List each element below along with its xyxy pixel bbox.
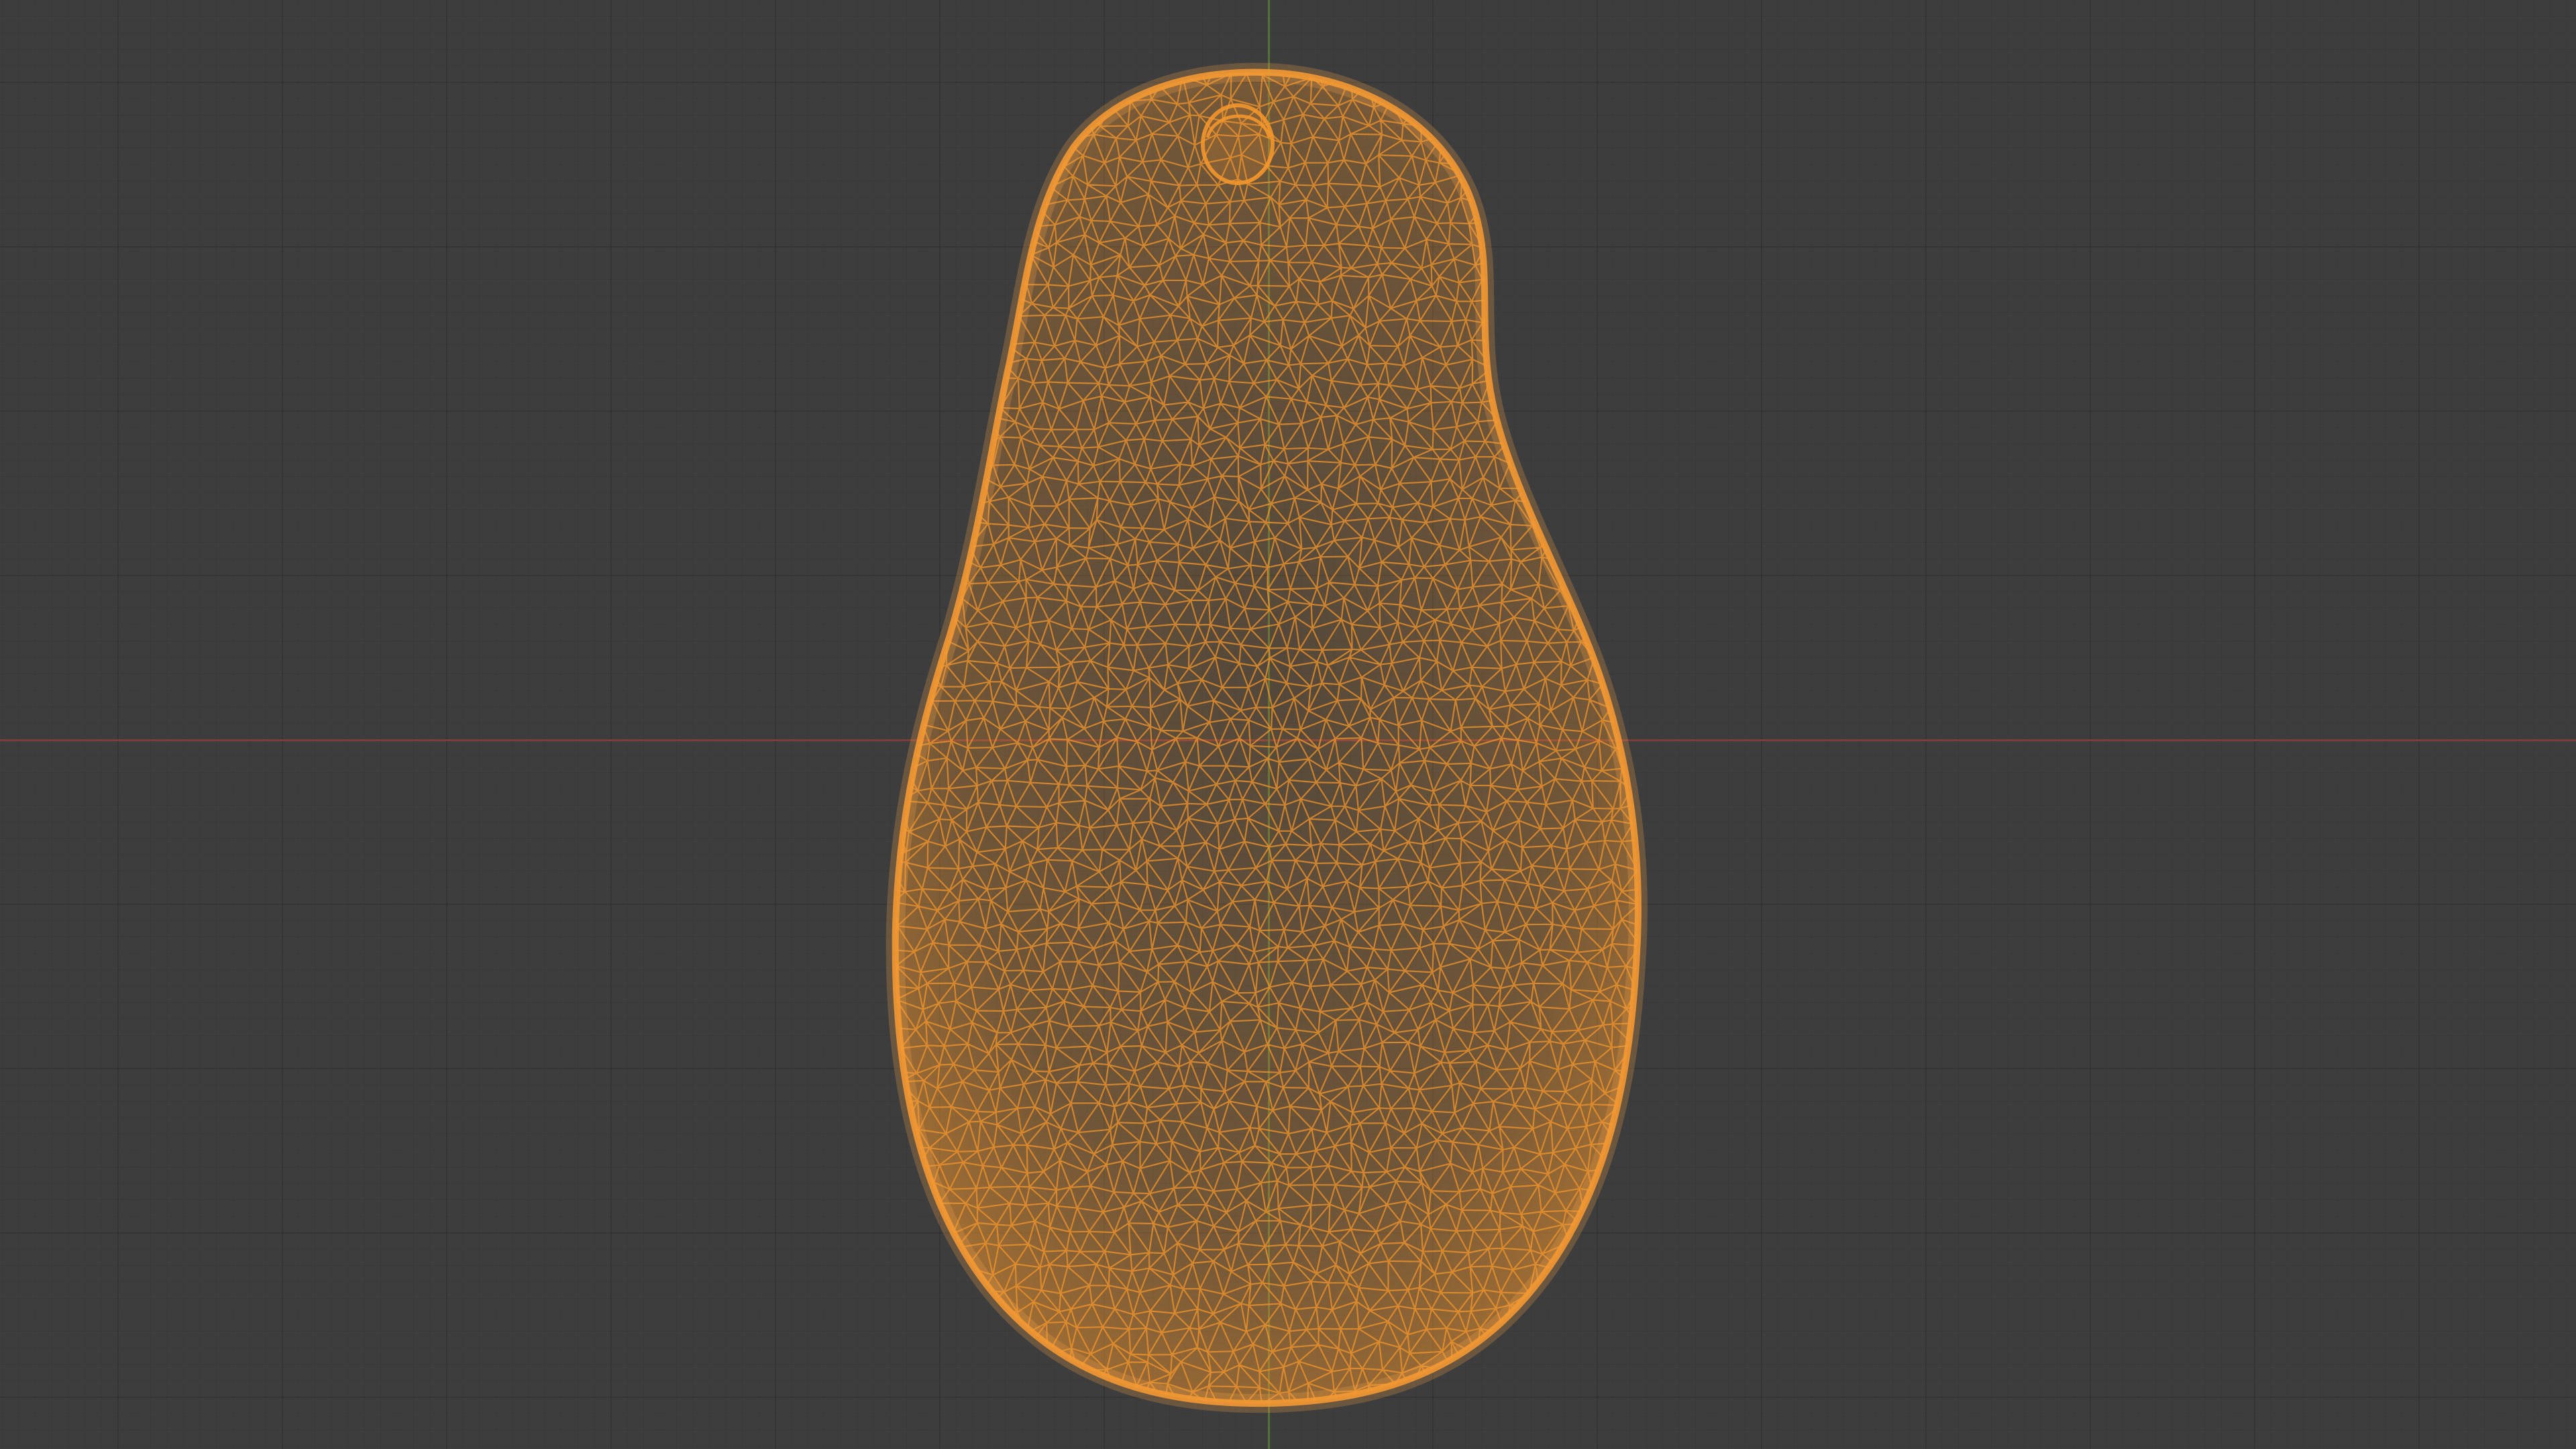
avocado-mesh-wireframe[interactable] (0, 0, 2576, 1449)
3d-viewport[interactable] (0, 0, 2576, 1449)
